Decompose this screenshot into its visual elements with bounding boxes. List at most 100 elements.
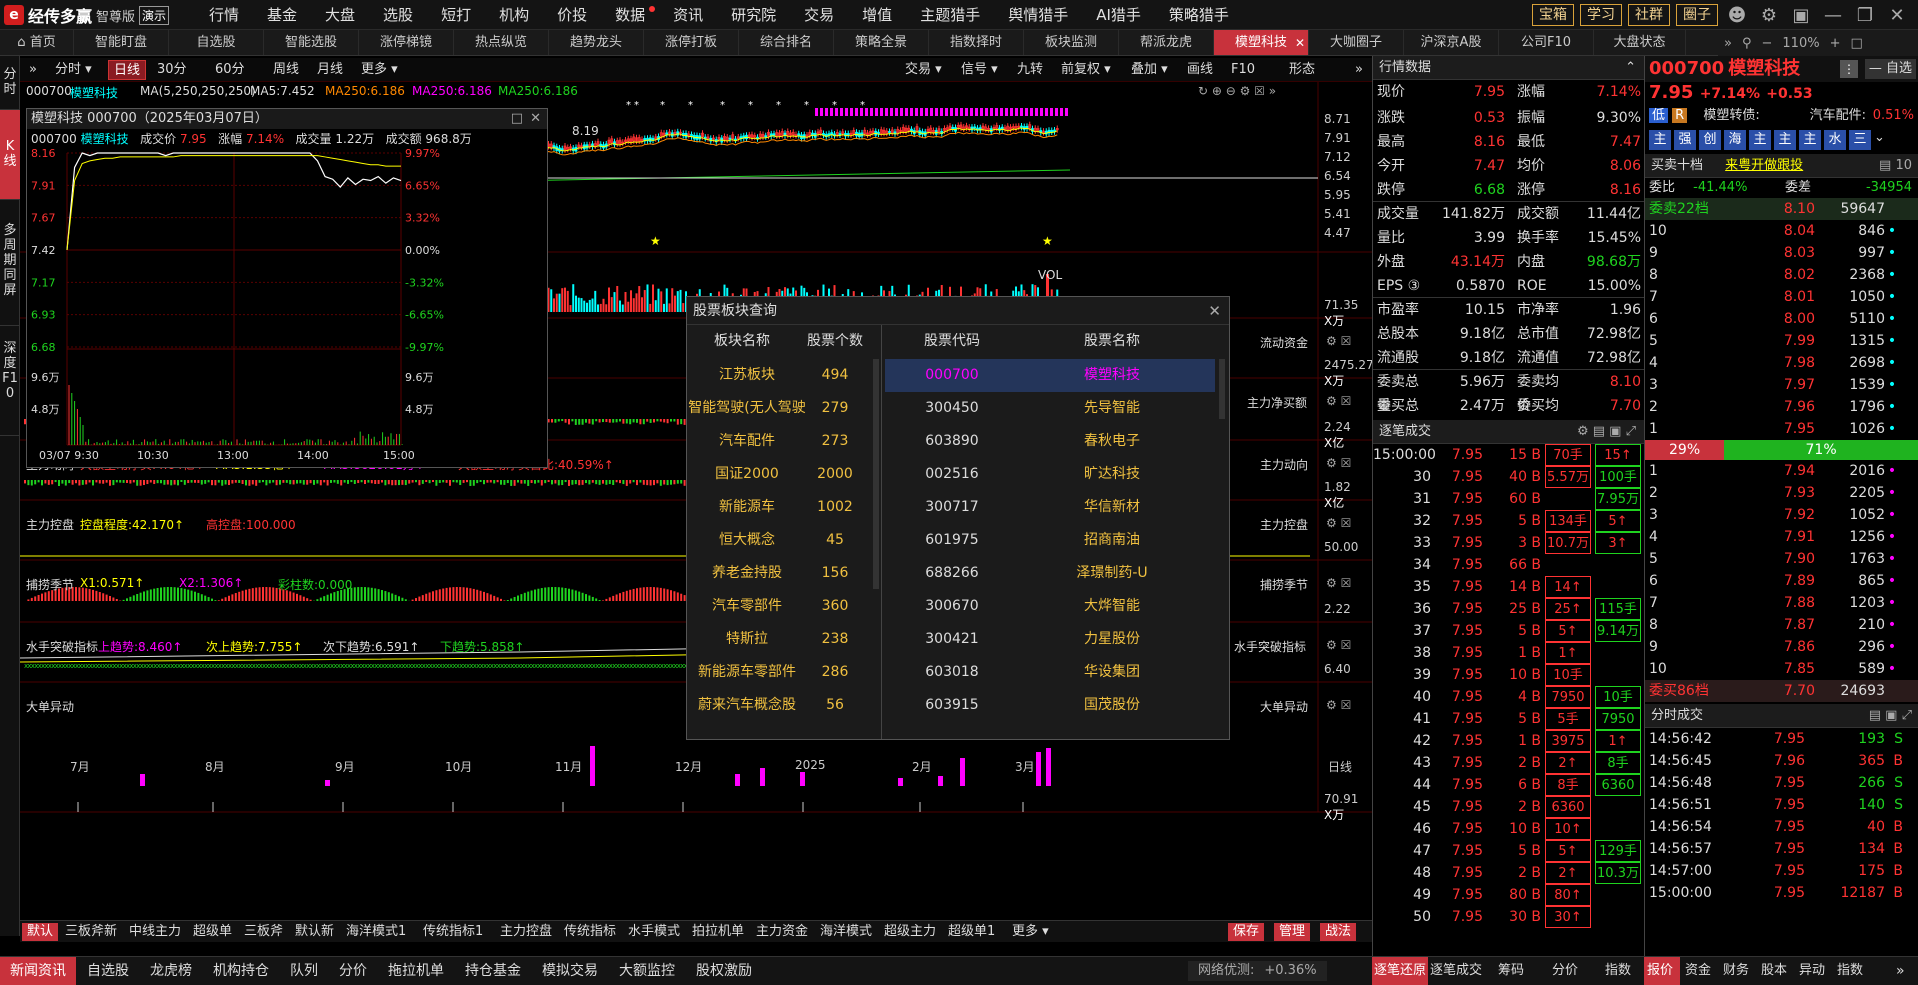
orderbook-tool-icons[interactable]: ▤ 10 [1879,154,1912,178]
menu-item-6[interactable]: 价投 [543,0,601,30]
stock-code[interactable]: 300670 [887,590,1017,623]
tab-0[interactable]: ⌂ 首页 [0,30,74,55]
sector-query-dialog[interactable]: 股票板块查询 ✕ 板块名称 股票个数 股票代码 股票名称 江苏板块 494 000700 模塑… [686,296,1230,740]
scrollbar[interactable] [873,359,879,589]
period-0[interactable]: 分时 ▾ [50,60,97,80]
status-tab-9[interactable]: 大额监控 [609,957,685,985]
buy-level[interactable]: 2 7.93 2205 • [1645,482,1918,504]
tool-6[interactable]: F10 [1226,60,1260,80]
template-1[interactable]: 三板斧新 [60,923,122,941]
community-button[interactable]: 社群 [1628,4,1670,26]
add-watchlist-button[interactable]: — 自选 [1864,59,1916,79]
stock-name[interactable]: 旷达科技 [1017,458,1207,491]
tab-1[interactable]: 智能盯盘 [74,30,169,55]
window-icon[interactable]: ▣ [1788,5,1814,26]
status-tab-4[interactable]: 队列 [280,957,328,985]
period-6[interactable]: 更多 ▾ [356,60,403,80]
chevron-right-icon[interactable]: » [1724,36,1732,51]
chart-tool-icons[interactable]: ↻ ⊕ ⊖ ⚙ ☒ » [1198,84,1276,98]
follow-link[interactable]: 来粤开做跟投 [1725,158,1803,173]
stock-name[interactable]: 春秋电子 [1017,425,1207,458]
sell-level[interactable]: 3 7.97 1539 • [1645,374,1918,396]
menu-item-7[interactable]: 数据 [601,0,659,30]
menu-item-1[interactable]: 基金 [253,0,311,30]
treasure-button[interactable]: 宝箱 [1532,4,1574,26]
template-2[interactable]: 中线主力 [124,923,186,941]
trade-view-tab-1[interactable]: 逐笔成交 [1428,957,1484,985]
period-2[interactable]: 30分 [152,60,192,80]
tab-14[interactable]: 大咖圈子 [1309,30,1404,55]
quick-button-0[interactable]: 主 [1649,130,1671,150]
panel-collapse-icon[interactable]: » [1350,60,1368,80]
info-tab-5[interactable]: 指数 [1834,957,1870,985]
trade-view-tab-2[interactable]: 筹码 [1484,957,1538,985]
panel-tool-icons[interactable]: ⚙ ☒ [1326,334,1351,348]
template-10[interactable]: 水手模式 [623,923,685,941]
buy-level[interactable]: 8 7.87 210 • [1645,614,1918,636]
bottom-action-1[interactable]: 管理 [1274,923,1311,941]
menu-item-0[interactable]: 行情 [195,0,253,30]
stock-code[interactable]: 300421 [887,623,1017,656]
sector-name[interactable]: 蔚来汽车概念股 [687,689,807,722]
tab-4[interactable]: 涨停梯镜 [359,30,454,55]
panel-tool-icons[interactable]: ⚙ ☒ [1326,394,1351,408]
status-tab-1[interactable]: 自选股 [77,957,139,985]
scrollbar[interactable] [1219,359,1225,419]
intraday-popup[interactable]: 模塑科技 000700（2025年03月07日） □ ✕ 000700 模塑科技… [26,108,548,468]
sector-name[interactable]: 汽车配件 [687,425,807,458]
tool-0[interactable]: 交易 ▾ [900,60,947,80]
panel-tool-icons[interactable]: ⚙ ☒ [1326,698,1351,712]
template-3[interactable]: 超级单 [188,923,237,941]
template-8[interactable]: 主力控盘 [495,923,557,941]
quick-button-1[interactable]: 强 [1674,130,1696,150]
tab-13[interactable]: 模塑科技 ✕ [1214,30,1309,55]
quick-button-6[interactable]: 主 [1799,130,1821,150]
template-4[interactable]: 三板斧 [239,923,288,941]
sell-total-row[interactable]: 委卖22档 8.10 59647 [1645,198,1918,220]
template-16[interactable]: 更多 ▾ [1007,923,1054,941]
period-1[interactable]: 日线 [108,60,147,80]
status-tab-5[interactable]: 分价 [329,957,377,985]
stock-name[interactable]: 大烨智能 [1017,590,1207,623]
sell-level[interactable]: 6 8.00 5110 • [1645,308,1918,330]
conv-bond[interactable]: 模塑转债: [1703,108,1759,123]
buy-level[interactable]: 5 7.90 1763 • [1645,548,1918,570]
buy-total-row[interactable]: 委买86档 7.70 24693 [1645,680,1918,702]
close-icon[interactable]: ✕ [1884,5,1910,26]
status-tab-0[interactable]: 新闻资讯 [0,957,76,985]
tab-3[interactable]: 智能选股 [264,30,359,55]
status-tab-6[interactable]: 拖拉机单 [378,957,454,985]
info-tab-3[interactable]: 股本 [1758,957,1794,985]
bottom-action-0[interactable]: 保存 [1228,923,1265,941]
view-tab-0[interactable]: 分时 [0,56,20,110]
template-14[interactable]: 超级主力 [879,923,941,941]
view-tab-1[interactable]: K线 [0,110,20,200]
sector-name[interactable]: 国证2000 [687,458,807,491]
sector-name[interactable]: 特斯拉 [687,623,807,656]
sell-level[interactable]: 10 8.04 846 • [1645,220,1918,242]
stock-code[interactable]: 603018 [887,656,1017,689]
template-6[interactable]: 海洋模式1 [341,923,411,941]
info-tab-4[interactable]: 异动 [1796,957,1832,985]
stock-code[interactable]: 000700 [887,359,1017,392]
buy-level[interactable]: 10 7.85 589 • [1645,658,1918,680]
menu-item-11[interactable]: 增值 [848,0,906,30]
template-0[interactable]: 默认 [22,923,59,941]
quick-button-7[interactable]: 水 [1824,130,1846,150]
status-tab-8[interactable]: 模拟交易 [532,957,608,985]
status-tab-7[interactable]: 持仓基金 [455,957,531,985]
collapse-icon[interactable]: ⌃ [1625,56,1636,80]
menu-item-4[interactable]: 短打 [427,0,485,30]
col-header-count[interactable]: 股票个数 [797,325,873,358]
sell-level[interactable]: 4 7.98 2698 • [1645,352,1918,374]
panel-tool-icons[interactable]: ⚙ ☒ [1326,456,1351,470]
tool-4[interactable]: 叠加 ▾ [1126,60,1173,80]
menu-item-14[interactable]: AI猎手 [1082,0,1155,30]
tab-11[interactable]: 板块监测 [1024,30,1119,55]
trade-view-tab-3[interactable]: 分价 [1538,957,1592,985]
sell-level[interactable]: 7 8.01 1050 • [1645,286,1918,308]
sector-name[interactable]: 新能源车零部件 [687,656,807,689]
stock-code[interactable]: 688266 [887,557,1017,590]
minimize-icon[interactable]: — [1820,5,1846,26]
info-tab-2[interactable]: 财务 [1720,957,1756,985]
